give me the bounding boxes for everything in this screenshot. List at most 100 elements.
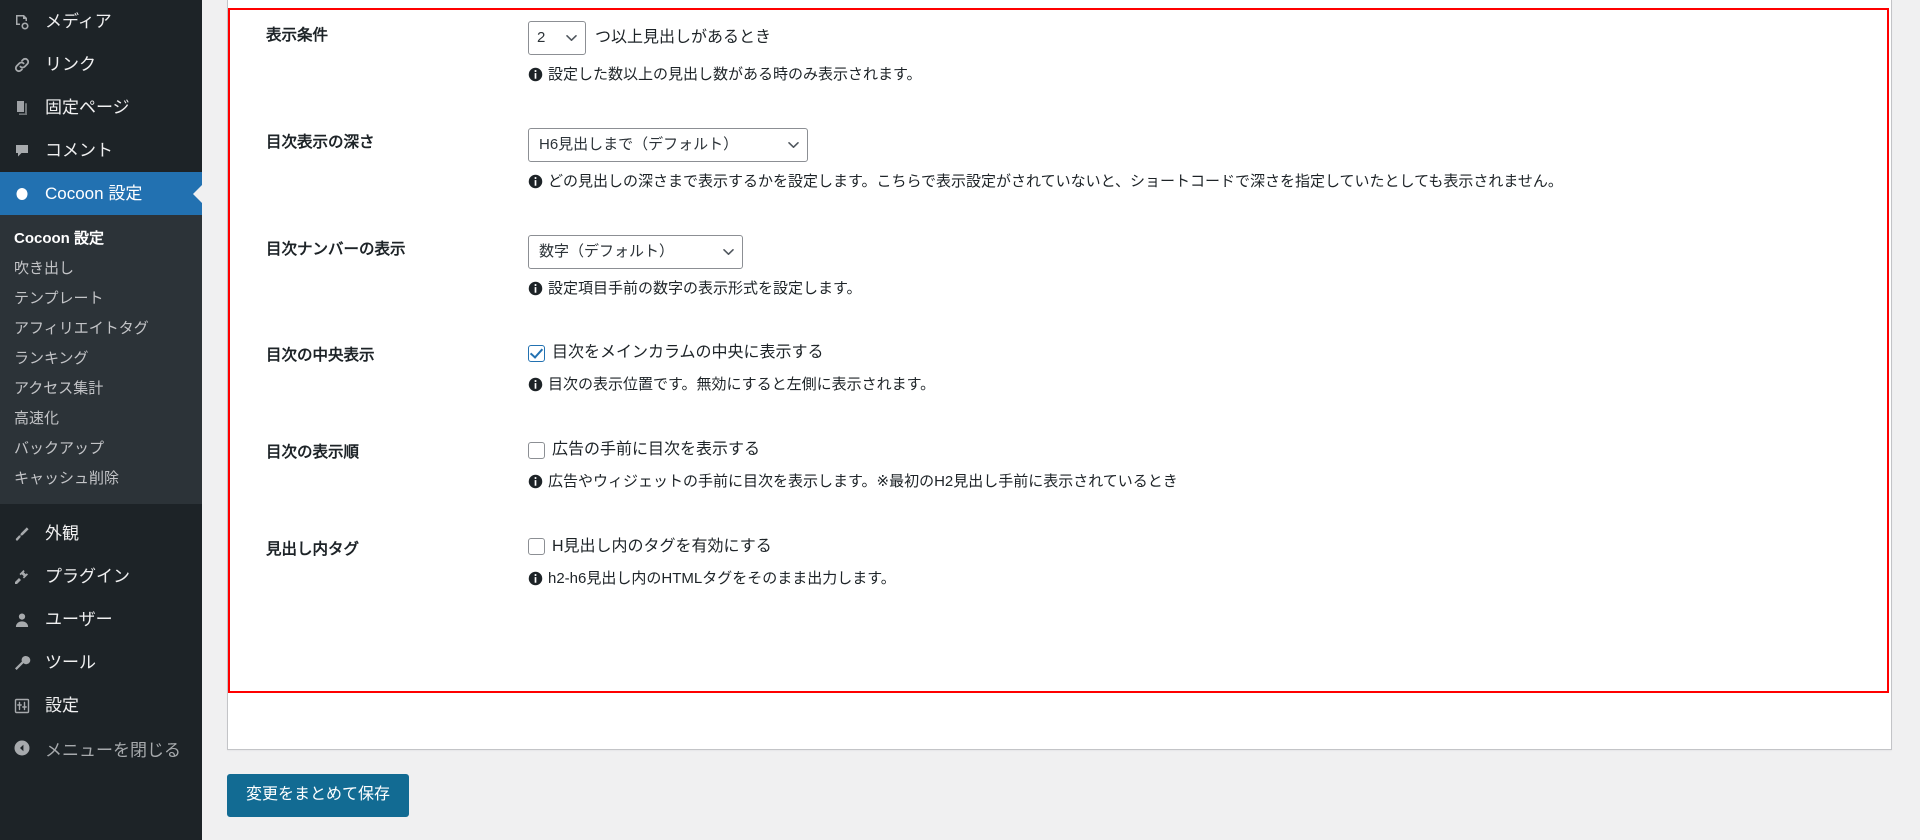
submenu-item-affiliate-tag[interactable]: アフィリエイトタグ xyxy=(0,314,202,344)
toc-depth-select-wrap: H6見出しまで（デフォルト） xyxy=(528,127,808,162)
sidebar-item-label: Cocoon 設定 xyxy=(45,184,143,203)
row-label-toc-number: 目次ナンバーの表示 xyxy=(266,240,406,258)
field-line: 数字（デフォルト） xyxy=(528,234,1881,269)
row-label-heading-tag: 見出し内タグ xyxy=(266,540,360,558)
appearance-icon xyxy=(12,524,42,544)
sidebar-separator xyxy=(0,504,202,512)
field-description: 設定項目手前の数字の表示形式を設定します。 xyxy=(528,278,1881,300)
row-field-heading-tag: H見出し内のタグを有効にする h2-h6見出し内のHTMLタグをそのまま出力しま… xyxy=(528,514,1891,611)
collapse-menu-button[interactable]: メニューを閉じる xyxy=(0,727,202,769)
description-text: 広告やウィジェットの手前に目次を表示します。※最初のH2見出し手前に表示されてい… xyxy=(548,473,1178,490)
table-row: 目次表示の深さ H6見出しまで（デフォルト） どの見出しの深さまで表示するかを設… xyxy=(228,107,1891,214)
row-label-display-condition: 表示条件 xyxy=(266,27,329,44)
sidebar-item-pages[interactable]: 固定ページ xyxy=(0,86,202,129)
row-field-toc-depth: H6見出しまで（デフォルト） どの見出しの深さまで表示するかを設定します。こちら… xyxy=(528,107,1891,214)
settings-panel: 表示条件 2 つ以上見出しがあるとき 設定した数以上の見出し数がある時のみ表示さ… xyxy=(227,0,1892,750)
field-description: 設定した数以上の見出し数がある時のみ表示されます。 xyxy=(528,64,1881,86)
info-icon xyxy=(528,281,543,296)
sidebar-item-tools[interactable]: ツール xyxy=(0,641,202,684)
description-text: 設定した数以上の見出し数がある時のみ表示されます。 xyxy=(548,66,922,83)
sidebar-item-label: プラグイン xyxy=(45,567,130,586)
sidebar-item-links[interactable]: リンク xyxy=(0,43,202,86)
submenu-item-access-analytics[interactable]: アクセス集計 xyxy=(0,374,202,404)
content-area: 表示条件 2 つ以上見出しがあるとき 設定した数以上の見出し数がある時のみ表示さ… xyxy=(202,0,1920,840)
table-row: 表示条件 2 つ以上見出しがあるとき 設定した数以上の見出し数がある時のみ表示さ… xyxy=(228,0,1891,107)
heading-tag-checkbox[interactable] xyxy=(528,538,545,556)
field-line: H6見出しまで（デフォルト） xyxy=(528,127,1881,162)
checkbox-line: 広告の手前に目次を表示する xyxy=(528,438,1881,462)
save-all-changes-button[interactable]: 変更をまとめて保存 xyxy=(227,774,410,817)
sidebar-item-label: 外観 xyxy=(45,524,79,543)
heading-tag-checkbox-label[interactable]: H見出し内のタグを有効にする xyxy=(552,535,772,559)
sidebar-item-label: ユーザー xyxy=(45,610,113,629)
collapse-arrow-icon xyxy=(12,738,42,758)
table-row: 目次の表示順 広告の手前に目次を表示する 広告やウィジェットの手前に目次を表示し xyxy=(228,417,1891,514)
toc-number-select[interactable]: 数字（デフォルト） xyxy=(528,234,743,269)
display-condition-select-wrap: 2 xyxy=(528,21,586,55)
sidebar-item-cocoon-settings[interactable]: Cocoon 設定 xyxy=(0,172,202,215)
row-field-display-condition: 2 つ以上見出しがあるとき 設定した数以上の見出し数がある時のみ表示されます。 xyxy=(528,0,1891,107)
sidebar-item-label: メディア xyxy=(45,12,112,31)
collapse-menu-label: メニューを閉じる xyxy=(45,740,181,760)
users-icon xyxy=(12,610,42,630)
sidebar-item-label: 設定 xyxy=(45,696,79,715)
field-description: 広告やウィジェットの手前に目次を表示します。※最初のH2見出し手前に表示されてい… xyxy=(528,471,1881,493)
field-description: どの見出しの深さまで表示するかを設定します。こちらで表示設定がされていないと、シ… xyxy=(528,171,1881,193)
submit-area: 変更をまとめて保存 xyxy=(227,750,1892,817)
description-text: 目次の表示位置です。無効にすると左側に表示されます。 xyxy=(548,376,936,394)
checkbox-line: 目次をメインカラムの中央に表示する xyxy=(528,341,1881,365)
row-field-toc-number: 数字（デフォルト） 設定項目手前の数字の表示形式を設定します。 xyxy=(528,214,1891,321)
sidebar-item-label: 固定ページ xyxy=(45,98,130,117)
submenu-item-template[interactable]: テンプレート xyxy=(0,284,202,314)
field-description: 目次の表示位置です。無効にすると左側に表示されます。 xyxy=(528,374,1881,396)
sidebar-item-settings[interactable]: 設定 xyxy=(0,684,202,727)
row-field-toc-center: 目次をメインカラムの中央に表示する 目次の表示位置です。無効にすると左側に表示さ… xyxy=(528,320,1891,417)
info-icon xyxy=(528,474,543,489)
submenu-item-cache-delete[interactable]: キャッシュ削除 xyxy=(0,464,202,494)
display-condition-select[interactable]: 2 xyxy=(528,21,586,55)
cocoon-submenu: Cocoon 設定 吹き出し テンプレート アフィリエイトタグ ランキング アク… xyxy=(0,215,202,504)
toc-order-checkbox-label[interactable]: 広告の手前に目次を表示する xyxy=(552,438,760,462)
row-label-toc-center: 目次の中央表示 xyxy=(266,347,375,365)
submenu-item-speed-up[interactable]: 高速化 xyxy=(0,404,202,434)
sidebar-item-appearance[interactable]: 外観 xyxy=(0,512,202,555)
info-icon xyxy=(528,571,543,586)
checkbox-line: H見出し内のタグを有効にする xyxy=(528,535,1881,559)
settings-form-table: 表示条件 2 つ以上見出しがあるとき 設定した数以上の見出し数がある時のみ表示さ… xyxy=(228,0,1891,611)
sidebar-bottom-group: 外観 プラグイン ユーザー ツール 設定 xyxy=(0,512,202,727)
table-row: 目次ナンバーの表示 数字（デフォルト） 設定項目手前の数字の表示形式を設定します… xyxy=(228,214,1891,321)
row-field-toc-order: 広告の手前に目次を表示する 広告やウィジェットの手前に目次を表示します。※最初の… xyxy=(528,417,1891,514)
sidebar-item-users[interactable]: ユーザー xyxy=(0,598,202,641)
wp-admin-screen: メディア リンク 固定ページ コメント Cocoon 設定 Cocoon 設定 … xyxy=(0,0,1920,840)
submenu-item-backup[interactable]: バックアップ xyxy=(0,434,202,464)
toc-center-checkbox[interactable] xyxy=(528,344,545,362)
admin-sidebar: メディア リンク 固定ページ コメント Cocoon 設定 Cocoon 設定 … xyxy=(0,0,202,840)
submenu-item-cocoon-settings[interactable]: Cocoon 設定 xyxy=(0,224,202,254)
info-icon xyxy=(528,67,543,82)
row-label-toc-order: 目次の表示順 xyxy=(266,444,360,461)
toc-depth-select[interactable]: H6見出しまで（デフォルト） xyxy=(528,127,808,162)
description-text: h2-h6見出し内のHTMLタグをそのまま出力します。 xyxy=(548,569,896,587)
submenu-item-speech-balloon[interactable]: 吹き出し xyxy=(0,254,202,284)
link-icon xyxy=(12,55,42,75)
table-row: 目次の中央表示 目次をメインカラムの中央に表示する 目次の表示位置です。無効にす xyxy=(228,320,1891,417)
toc-center-checkbox-label[interactable]: 目次をメインカラムの中央に表示する xyxy=(552,341,824,365)
sidebar-item-label: ツール xyxy=(45,653,96,672)
toc-number-select-wrap: 数字（デフォルト） xyxy=(528,234,743,269)
row-label-toc-depth: 目次表示の深さ xyxy=(266,133,375,151)
description-text: 設定項目手前の数字の表示形式を設定します。 xyxy=(548,279,862,297)
sidebar-item-label: リンク xyxy=(45,55,96,74)
cocoon-icon xyxy=(12,184,42,204)
field-line: 2 つ以上見出しがあるとき xyxy=(528,21,1881,55)
sidebar-item-comments[interactable]: コメント xyxy=(0,129,202,172)
description-text: どの見出しの深さまで表示するかを設定します。こちらで表示設定がされていないと、シ… xyxy=(548,172,1563,190)
field-description: h2-h6見出し内のHTMLタグをそのまま出力します。 xyxy=(528,568,1881,590)
sidebar-item-media[interactable]: メディア xyxy=(0,0,202,43)
toc-order-checkbox[interactable] xyxy=(528,441,545,459)
media-icon xyxy=(12,12,42,32)
display-condition-suffix: つ以上見出しがあるとき xyxy=(595,29,772,46)
submenu-item-ranking[interactable]: ランキング xyxy=(0,344,202,374)
sidebar-item-plugins[interactable]: プラグイン xyxy=(0,555,202,598)
plugins-icon xyxy=(12,567,42,587)
tools-icon xyxy=(12,653,42,673)
